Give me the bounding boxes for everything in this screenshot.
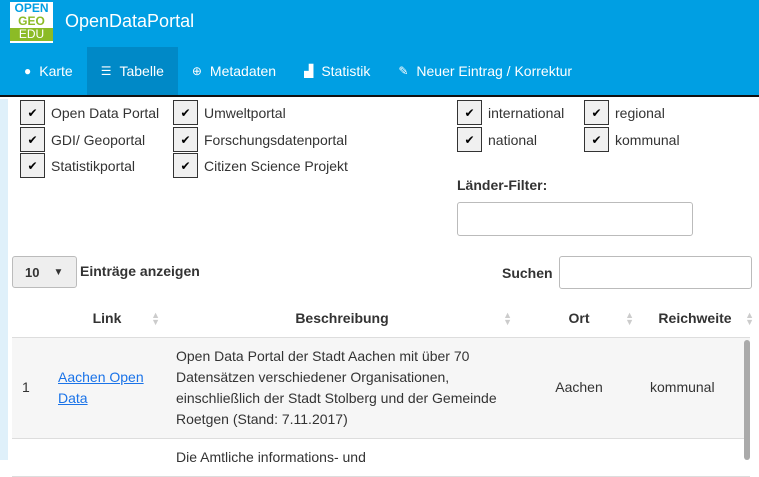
check-icon[interactable]: ✔ — [173, 127, 198, 152]
nav-label: Karte — [39, 63, 73, 79]
check-icon[interactable]: ✔ — [20, 100, 45, 125]
header: OPEN GEO EDU OpenDataPortal ● Karte ☰ Tabe… — [0, 0, 759, 97]
row-reichweite — [640, 438, 750, 477]
search-input[interactable] — [559, 256, 752, 289]
list-icon: ☰ — [100, 64, 112, 78]
filter-statistikportal[interactable]: ✔ Statistikportal — [20, 153, 135, 178]
col-link[interactable]: Link ▲ ▼ — [48, 300, 166, 338]
check-icon[interactable]: ✔ — [20, 127, 45, 152]
filter-gdi-geoportal[interactable]: ✔ GDI/ Geoportal — [20, 127, 145, 152]
table-row: Die Amtliche informations- und — [12, 438, 750, 477]
bar-chart-icon: ▟ — [304, 64, 314, 78]
sort-icon: ▲ ▼ — [625, 310, 634, 327]
row-description: Die Amtliche informations- und — [166, 438, 518, 477]
left-border — [0, 99, 8, 460]
check-icon[interactable]: ✔ — [173, 153, 198, 178]
nav-label: Statistik — [321, 63, 371, 79]
filter-citizen-science[interactable]: ✔ Citizen Science Projekt — [173, 153, 348, 178]
checkbox-label: regional — [615, 104, 665, 121]
row-index — [12, 438, 48, 477]
entries-value: 10 — [25, 264, 40, 280]
download-icon: ⊕ — [191, 64, 202, 78]
check-icon[interactable]: ✔ — [584, 100, 609, 125]
row-reichweite: kommunal — [640, 337, 750, 439]
nav-karte[interactable]: ● Karte — [10, 47, 87, 95]
checkbox-label: Open Data Portal — [51, 104, 160, 121]
sort-icon: ▲ ▼ — [503, 310, 512, 327]
row-index: 1 — [12, 337, 48, 439]
chevron-down-icon: ▼ — [53, 266, 64, 278]
data-table: Link ▲ ▼ Beschreibung ▲ ▼ Ort ▲ ▼ Reichweite ▲ ▼… — [12, 300, 754, 477]
filter-international[interactable]: ✔ international — [457, 100, 564, 125]
checkbox-label: GDI/ Geoportal — [51, 131, 146, 148]
filter-forschungsdatenportal[interactable]: ✔ Forschungsdatenportal — [173, 127, 347, 152]
nav-metadaten[interactable]: ⊕ Metadaten — [178, 47, 290, 95]
filter-national[interactable]: ✔ national — [457, 127, 537, 152]
nav-neuer-eintrag[interactable]: ✎ Neuer Eintrag / Korrektur — [384, 47, 586, 95]
nav-label: Neuer Eintrag / Korrektur — [416, 63, 573, 79]
globe-icon: ● — [24, 64, 32, 78]
col-beschreibung[interactable]: Beschreibung ▲ ▼ — [166, 300, 518, 338]
filter-open-data-portal[interactable]: ✔ Open Data Portal — [20, 100, 159, 125]
col-ort[interactable]: Ort ▲ ▼ — [518, 300, 640, 338]
check-icon[interactable]: ✔ — [457, 100, 482, 125]
header-label: Ort — [568, 310, 590, 327]
country-filter-label: Länder-Filter: — [457, 177, 548, 193]
nav-bar: ● Karte ☰ Tabelle ⊕ Metadaten ▟ Statistik ✎ N… — [10, 47, 586, 95]
check-icon[interactable]: ✔ — [20, 153, 45, 178]
sort-icon: ▲ ▼ — [151, 310, 160, 327]
nav-label: Metadaten — [209, 63, 277, 79]
entries-label: Einträge anzeigen — [80, 263, 200, 279]
row-link[interactable]: Aachen Open Data — [58, 369, 144, 406]
edit-icon: ✎ — [398, 64, 409, 78]
header-label: Beschreibung — [295, 310, 389, 327]
checkbox-label: Forschungsdatenportal — [204, 131, 348, 148]
row-description: Open Data Portal der Stadt Aachen mit üb… — [166, 337, 518, 439]
logo-text: EDU — [10, 28, 53, 41]
checkbox-label: national — [488, 131, 538, 148]
col-reichweite[interactable]: Reichweite ▲ ▼ — [640, 300, 754, 338]
country-filter-input[interactable] — [457, 202, 693, 236]
checkbox-label: Umweltportal — [204, 104, 286, 121]
checkbox-label: kommunal — [615, 131, 680, 148]
table-scrollbar[interactable] — [744, 340, 750, 460]
table-row: 1 Aachen Open Data Open Data Portal der … — [12, 337, 750, 439]
filter-regional[interactable]: ✔ regional — [584, 100, 665, 125]
checkbox-label: Statistikportal — [51, 157, 136, 174]
nav-tabelle[interactable]: ☰ Tabelle — [86, 47, 178, 95]
header-label: Link — [92, 310, 122, 327]
entries-select[interactable]: 10 ▼ — [12, 256, 77, 288]
row-ort: Aachen — [518, 337, 640, 439]
filter-kommunal[interactable]: ✔ kommunal — [584, 127, 680, 152]
logo: OPEN GEO EDU — [10, 2, 53, 43]
check-icon[interactable]: ✔ — [173, 100, 198, 125]
checkbox-label: international — [488, 104, 565, 121]
filter-umweltportal[interactable]: ✔ Umweltportal — [173, 100, 286, 125]
header-label: Reichweite — [658, 310, 732, 327]
check-icon[interactable]: ✔ — [584, 127, 609, 152]
app-title[interactable]: OpenDataPortal — [65, 11, 194, 32]
check-icon[interactable]: ✔ — [457, 127, 482, 152]
search-label: Suchen — [502, 265, 553, 281]
checkbox-label: Citizen Science Projekt — [204, 157, 348, 174]
nav-label: Tabelle — [119, 63, 164, 79]
col-index[interactable] — [12, 300, 48, 338]
sort-icon: ▲ ▼ — [745, 310, 754, 327]
nav-statistik[interactable]: ▟ Statistik — [290, 47, 384, 95]
row-ort — [518, 438, 640, 477]
